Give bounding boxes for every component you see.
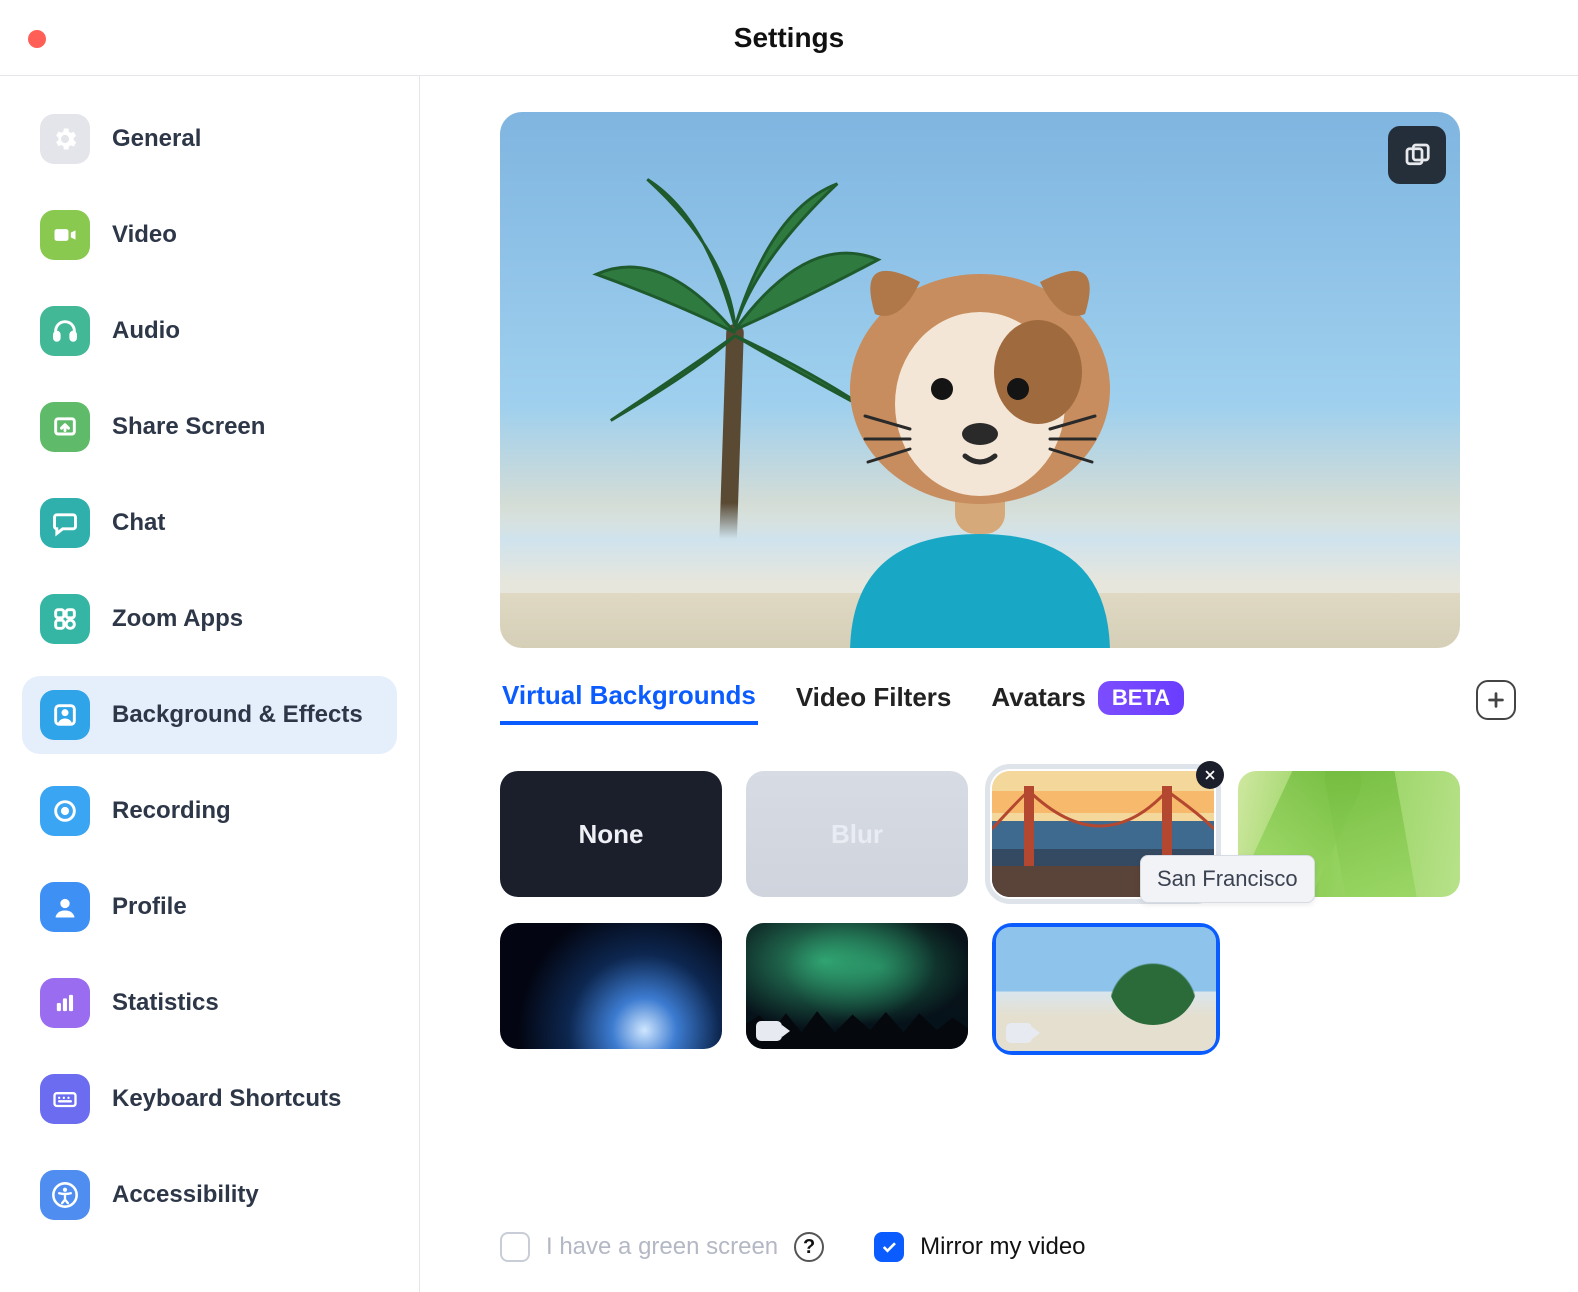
main-panel: Virtual Backgrounds Video Filters Avatar… <box>420 76 1578 1292</box>
sidebar-label: Recording <box>112 797 231 825</box>
settings-window: Settings General Video Audio <box>0 0 1578 1292</box>
accessibility-icon <box>40 1170 90 1220</box>
thumb-label: Blur <box>831 819 883 850</box>
sidebar-label: Video <box>112 221 177 249</box>
sidebar-item-video[interactable]: Video <box>22 196 397 274</box>
keyboard-icon <box>40 1074 90 1124</box>
sidebar-label: Audio <box>112 317 180 345</box>
green-screen-option: I have a green screen ? <box>500 1232 824 1262</box>
thumb-label: None <box>579 819 644 850</box>
background-none[interactable]: None <box>500 771 722 897</box>
video-background-icon <box>756 1021 782 1041</box>
window-title: Settings <box>734 22 844 54</box>
headphones-icon <box>40 306 90 356</box>
titlebar: Settings <box>0 0 1578 76</box>
sidebar-item-recording[interactable]: Recording <box>22 772 397 850</box>
gear-icon <box>40 114 90 164</box>
avatar-preview <box>790 234 1170 648</box>
rotate-camera-button[interactable] <box>1388 126 1446 184</box>
apps-icon <box>40 594 90 644</box>
window-body: General Video Audio Share Screen <box>0 76 1578 1292</box>
tooltip-text: San Francisco <box>1157 866 1298 891</box>
sidebar-item-zoom-apps[interactable]: Zoom Apps <box>22 580 397 658</box>
sidebar-item-share-screen[interactable]: Share Screen <box>22 388 397 466</box>
tab-avatars[interactable]: Avatars BETA <box>989 675 1186 725</box>
recording-icon <box>40 786 90 836</box>
sidebar-label: Statistics <box>112 989 219 1017</box>
sidebar-label: Keyboard Shortcuts <box>112 1085 341 1113</box>
profile-icon <box>40 882 90 932</box>
close-icon <box>1203 768 1217 782</box>
tab-label: Video Filters <box>796 682 952 713</box>
sidebar-item-background-effects[interactable]: Background & Effects <box>22 676 397 754</box>
chat-icon <box>40 498 90 548</box>
sidebar-item-profile[interactable]: Profile <box>22 868 397 946</box>
sidebar-item-audio[interactable]: Audio <box>22 292 397 370</box>
green-screen-label: I have a green screen <box>546 1233 778 1261</box>
green-screen-checkbox[interactable] <box>500 1232 530 1262</box>
background-earth[interactable] <box>500 923 722 1049</box>
check-icon <box>880 1238 898 1256</box>
sidebar-item-statistics[interactable]: Statistics <box>22 964 397 1042</box>
rotate-camera-icon <box>1402 140 1432 170</box>
green-screen-help-button[interactable]: ? <box>794 1232 824 1262</box>
tab-label: Avatars <box>991 682 1085 713</box>
tab-video-filters[interactable]: Video Filters <box>794 676 954 723</box>
share-screen-icon <box>40 402 90 452</box>
background-aurora[interactable] <box>746 923 968 1049</box>
window-controls <box>28 30 46 48</box>
mirror-video-option: Mirror my video <box>874 1232 1085 1262</box>
sidebar-label: Accessibility <box>112 1181 259 1209</box>
sidebar-item-chat[interactable]: Chat <box>22 484 397 562</box>
mirror-video-label: Mirror my video <box>920 1233 1085 1261</box>
video-icon <box>40 210 90 260</box>
background-blur[interactable]: Blur <box>746 771 968 897</box>
backgrounds-grid: None Blur <box>500 771 1516 1055</box>
plus-icon <box>1485 689 1507 711</box>
video-preview <box>500 112 1460 648</box>
tab-label: Virtual Backgrounds <box>502 680 756 711</box>
sidebar-label: Profile <box>112 893 187 921</box>
sidebar-label: Share Screen <box>112 413 265 441</box>
sidebar-label: Chat <box>112 509 165 537</box>
sidebar-item-general[interactable]: General <box>22 100 397 178</box>
video-background-icon <box>1006 1023 1032 1043</box>
tab-virtual-backgrounds[interactable]: Virtual Backgrounds <box>500 674 758 725</box>
sidebar-item-keyboard-shortcuts[interactable]: Keyboard Shortcuts <box>22 1060 397 1138</box>
background-effects-icon <box>40 690 90 740</box>
effects-tabs: Virtual Backgrounds Video Filters Avatar… <box>500 674 1516 725</box>
sidebar-label: Background & Effects <box>112 701 363 729</box>
background-beach[interactable] <box>992 923 1220 1055</box>
question-icon: ? <box>803 1236 815 1259</box>
sidebar-label: Zoom Apps <box>112 605 243 633</box>
remove-background-button[interactable] <box>1196 761 1224 789</box>
add-background-button[interactable] <box>1476 680 1516 720</box>
mirror-video-checkbox[interactable] <box>874 1232 904 1262</box>
settings-sidebar: General Video Audio Share Screen <box>0 76 420 1292</box>
close-window-button[interactable] <box>28 30 46 48</box>
statistics-icon <box>40 978 90 1028</box>
tooltip-san-francisco: San Francisco <box>1140 855 1315 903</box>
beta-badge: BETA <box>1098 681 1184 715</box>
sidebar-label: General <box>112 125 201 153</box>
sidebar-item-accessibility[interactable]: Accessibility <box>22 1156 397 1234</box>
bottom-options: I have a green screen ? Mirror my video <box>500 1192 1516 1262</box>
